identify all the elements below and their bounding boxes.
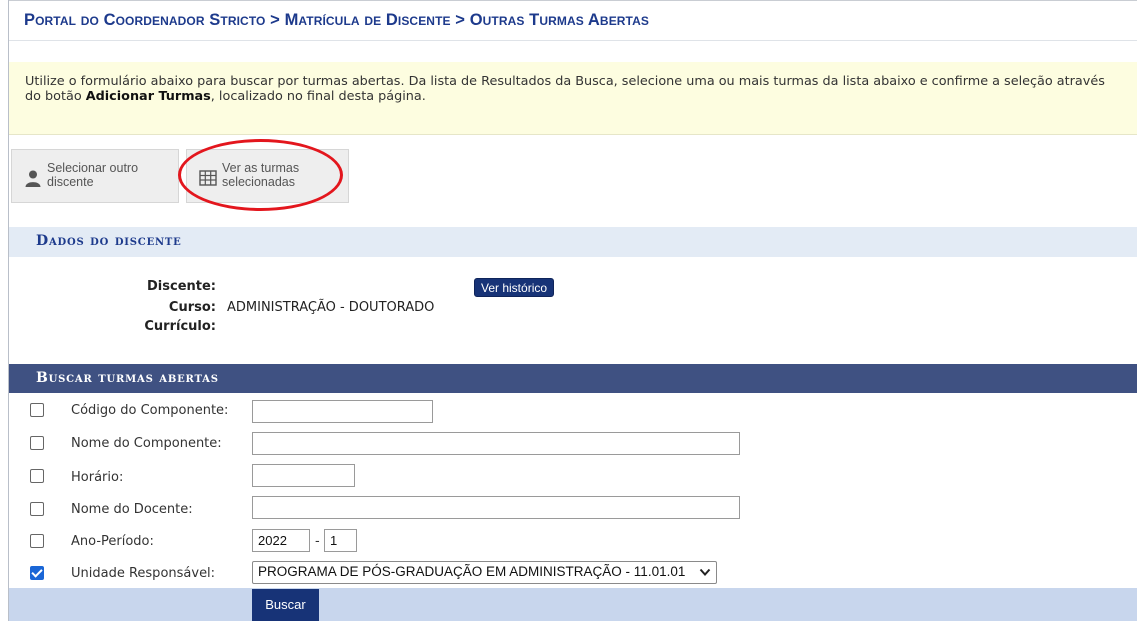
filter-row-code: Código do Componente: xyxy=(9,395,1137,428)
filter-component-name-checkbox[interactable] xyxy=(30,436,44,450)
filter-year-period-checkbox[interactable] xyxy=(30,534,44,548)
filter-teacher-checkbox[interactable] xyxy=(30,502,44,516)
select-other-student-button[interactable]: Selecionar outro discente xyxy=(11,149,179,203)
filter-unit-checkbox[interactable] xyxy=(30,566,44,580)
view-selected-classes-button[interactable]: Ver as turmas selecionadas xyxy=(186,149,349,203)
breadcrumb-bar: Portal do Coordenador Stricto > Matrícul… xyxy=(9,0,1137,41)
chevron-down-icon xyxy=(699,568,711,576)
student-label: Discente: xyxy=(147,279,216,294)
responsible-unit-select[interactable]: PROGRAMA DE PÓS-GRADUAÇÃO EM ADMINISTRAÇ… xyxy=(252,561,717,584)
schedule-input[interactable] xyxy=(252,464,355,487)
filter-row-schedule: Horário: xyxy=(9,461,1137,494)
filter-teacher-label: Nome do Docente: xyxy=(71,502,193,517)
user-icon xyxy=(25,170,41,187)
filter-row-unit: Unidade Responsável: PROGRAMA DE PÓS-GRA… xyxy=(9,558,1137,591)
notice-text-end: , localizado no final desta página. xyxy=(210,89,426,104)
course-label: Curso: xyxy=(168,300,216,315)
component-code-input[interactable] xyxy=(252,400,433,423)
filter-schedule-checkbox[interactable] xyxy=(30,469,44,483)
filter-unit-label: Unidade Responsável: xyxy=(71,566,216,581)
search-button[interactable]: Buscar xyxy=(252,589,319,621)
instructions-notice: Utilize o formulário abaixo para buscar … xyxy=(9,62,1137,135)
teacher-name-input[interactable] xyxy=(252,496,740,519)
search-open-classes-header: Buscar turmas abertas xyxy=(9,364,1137,393)
filter-component-name-label: Nome do Componente: xyxy=(71,436,222,451)
table-grid-icon xyxy=(199,170,217,186)
filter-year-period-label: Ano-Período: xyxy=(71,534,154,549)
component-name-input[interactable] xyxy=(252,432,740,455)
year-input[interactable] xyxy=(252,529,310,552)
filter-schedule-label: Horário: xyxy=(71,470,124,485)
breadcrumb: Portal do Coordenador Stricto > Matrícul… xyxy=(24,11,649,29)
view-selected-classes-label: Ver as turmas selecionadas xyxy=(222,161,300,189)
filter-code-checkbox[interactable] xyxy=(30,403,44,417)
year-period-separator: - xyxy=(315,534,320,549)
filter-row-year-period: Ano-Período: - xyxy=(9,527,1137,560)
select-other-student-label: Selecionar outro discente xyxy=(47,161,139,189)
student-data-header: Dados do discente xyxy=(9,227,1137,257)
course-value: ADMINISTRAÇÃO - DOUTORADO xyxy=(227,300,435,315)
filter-code-label: Código do Componente: xyxy=(71,403,229,418)
filter-row-teacher: Nome do Docente: xyxy=(9,494,1137,527)
page-frame: Portal do Coordenador Stricto > Matrícul… xyxy=(8,0,1137,621)
search-footer-bar xyxy=(9,588,1137,621)
period-input[interactable] xyxy=(324,529,357,552)
curriculum-label: Currículo: xyxy=(144,319,216,334)
view-history-button[interactable]: Ver histórico xyxy=(474,278,555,297)
responsible-unit-selected: PROGRAMA DE PÓS-GRADUAÇÃO EM ADMINISTRAÇ… xyxy=(258,564,686,579)
filter-row-component-name: Nome do Componente: xyxy=(9,428,1137,461)
notice-bold-text: Adicionar Turmas xyxy=(85,89,211,104)
